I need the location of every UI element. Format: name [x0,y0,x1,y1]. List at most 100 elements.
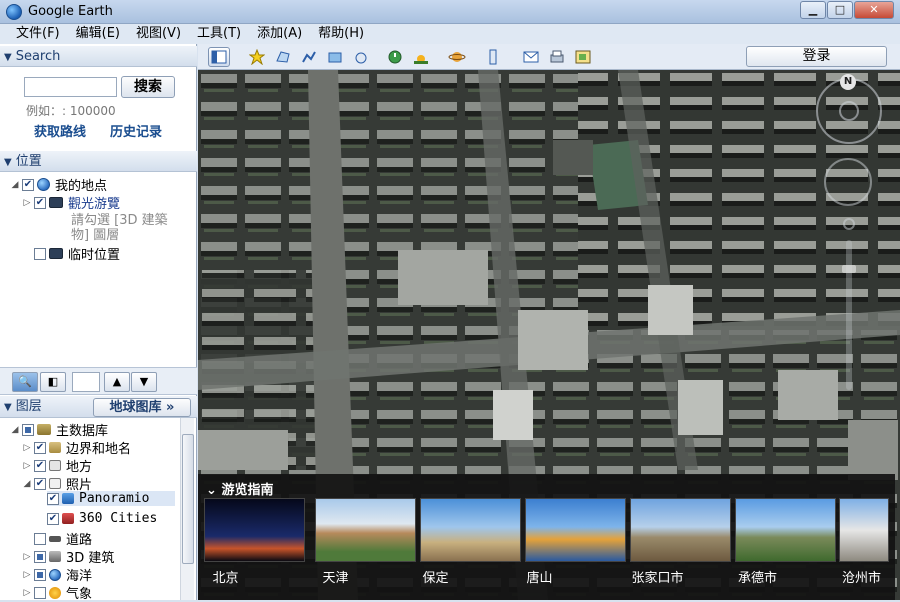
tour-thumbnail-beijing[interactable] [204,498,305,562]
login-button[interactable]: 登录 [746,46,887,67]
maximize-icon[interactable]: □ [827,1,853,19]
placemark-icon[interactable] [246,47,268,67]
north-indicator-icon[interactable]: N [840,74,856,90]
polygon-icon[interactable] [272,47,294,67]
expand-icon[interactable]: ▷ [22,198,32,208]
tour-thumbnail-cangzhou[interactable] [839,498,889,562]
menu-add[interactable]: 添加(A) [249,24,310,44]
tour-guide-title: 游览指南 [221,483,274,498]
move-joystick-icon[interactable] [824,158,872,206]
history-link[interactable]: 历史记录 [110,121,162,140]
sunlight-icon[interactable] [410,47,432,67]
zoom-slider[interactable] [846,240,852,390]
move-up-icon[interactable]: ▲ [104,372,130,392]
look-joystick-icon[interactable] [839,101,859,121]
print-icon[interactable] [546,47,568,67]
checkbox[interactable]: ✔ [34,477,46,490]
zoom-slider-handle[interactable] [842,265,856,273]
tour-thumbnail-tianjin[interactable] [315,498,416,562]
expand-icon[interactable]: ▷ [22,570,32,580]
tour-city-tangshan[interactable]: 唐山 [489,567,590,586]
checkbox[interactable]: ✔ [47,492,59,505]
expand-icon[interactable]: ▷ [22,443,32,453]
layer-primary-database[interactable]: ◢ 主数据库 [10,420,108,439]
tour-city-baoding[interactable]: 保定 [385,567,486,586]
layer-ocean[interactable]: ▷ 海洋 [22,565,92,584]
checkbox[interactable]: ✔ [47,512,59,525]
places-layer-icon [49,460,61,471]
menu-view[interactable]: 视图(V) [128,24,189,44]
checkbox[interactable] [34,568,46,581]
collapse-icon[interactable]: ◢ [22,479,32,489]
checkbox[interactable]: ✔ [34,196,46,209]
checkbox[interactable] [34,532,46,545]
tour-guide-header[interactable]: ⌄ 游览指南 [206,479,273,498]
layer-label: 3D 建筑 [66,551,115,566]
places-panel-header[interactable]: ▼ 位置 [0,151,197,172]
earth-gallery-button[interactable]: 地球图库 » [93,398,191,417]
collapse-icon[interactable]: ◢ [10,425,20,435]
get-directions-link[interactable]: 获取路线 [34,121,86,140]
tree-item-temporary-places[interactable]: 临时位置 [22,244,120,263]
close-icon[interactable]: ✕ [854,1,894,19]
places-field[interactable] [72,372,100,392]
historical-imagery-icon[interactable] [384,47,406,67]
tree-item-my-places[interactable]: ◢ ✔ 我的地点 [10,175,107,194]
expand-icon[interactable]: ▷ [22,588,32,598]
tour-city-beijing[interactable]: 北京 [175,567,276,586]
search-input[interactable] [24,77,117,97]
image-overlay-icon[interactable] [324,47,346,67]
layer-panoramio[interactable]: ✔ Panoramio [47,491,176,506]
layer-label: Panoramio [79,491,150,506]
360-cities-icon [62,513,74,524]
checkbox[interactable] [22,423,34,436]
move-down-icon[interactable]: ▼ [131,372,157,392]
tour-thumbnail-chengde[interactable] [735,498,836,562]
checkbox[interactable]: ✔ [34,459,46,472]
tour-city-cangzhou[interactable]: 沧州市 [811,567,900,586]
expand-icon[interactable]: ▷ [22,461,32,471]
email-icon[interactable] [520,47,542,67]
ruler-icon[interactable] [482,47,504,67]
collapse-icon[interactable]: ◢ [10,180,20,190]
expand-icon[interactable]: ▷ [22,552,32,562]
checkbox[interactable]: ✔ [34,441,46,454]
path-icon[interactable] [298,47,320,67]
scrollbar-thumb[interactable] [182,434,194,564]
sidebar-toggle-icon[interactable] [208,47,230,67]
street-view-pegman-icon[interactable] [843,218,855,230]
search-panel-icon[interactable]: 🔍 [12,372,38,392]
tour-city-tianjin[interactable]: 天津 [285,567,386,586]
layer-borders-labels[interactable]: ▷ ✔ 边界和地名 [22,438,131,457]
layer-weather[interactable]: ▷ 气象 [22,583,92,602]
layer-label: 地方 [66,460,93,475]
collapse-triangle-icon: ▼ [4,402,12,413]
menu-edit[interactable]: 编辑(E) [68,24,128,44]
layer-360-cities[interactable]: ✔ 360 Cities [47,511,157,526]
menu-tools[interactable]: 工具(T) [189,24,249,44]
search-header-label: Search [15,49,61,64]
checkbox[interactable] [34,247,46,260]
menu-file[interactable]: 文件(F) [8,24,68,44]
show-panel-icon[interactable]: ◧ [40,372,66,392]
minimize-icon[interactable]: ▁ [800,1,826,19]
search-panel-header[interactable]: ▼ Search [0,46,197,67]
checkbox[interactable]: ✔ [22,178,34,191]
layer-roads[interactable]: 道路 [22,529,92,548]
tour-thumbnail-tangshan[interactable] [525,498,626,562]
record-tour-icon[interactable] [350,47,372,67]
tour-thumbnail-baoding[interactable] [420,498,521,562]
layer-3d-buildings[interactable]: ▷ 3D 建筑 [22,547,114,566]
checkbox[interactable] [34,586,46,599]
tour-city-zhangjiakou[interactable]: 张家口市 [607,567,708,586]
layer-places[interactable]: ▷ ✔ 地方 [22,456,92,475]
tour-thumbnail-zhangjiakou[interactable] [630,498,731,562]
planets-icon[interactable] [446,47,468,67]
tour-city-chengde[interactable]: 承德市 [707,567,808,586]
checkbox[interactable] [34,550,46,563]
layer-label: 边界和地名 [66,442,132,457]
google-maps-icon[interactable] [572,47,594,67]
search-button[interactable]: 搜索 [121,76,175,98]
menu-help[interactable]: 帮助(H) [310,24,372,44]
sun-icon [49,586,61,599]
